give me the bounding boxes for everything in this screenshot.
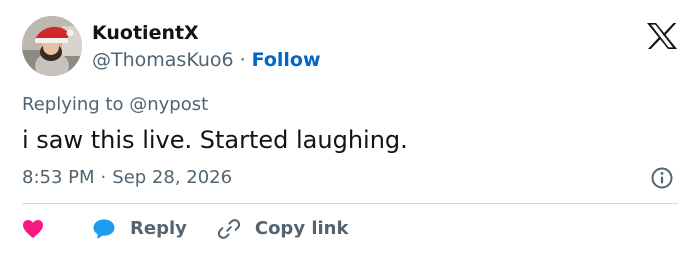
reply-button[interactable]: Reply <box>92 217 187 241</box>
copy-link-button[interactable]: Copy link <box>217 217 349 241</box>
replying-to: Replying to @nypost <box>22 94 208 116</box>
tweet-timestamp[interactable]: 8:53 PM · Sep 28, 2026 <box>22 166 232 190</box>
like-button[interactable] <box>22 219 44 239</box>
reply-mention-link[interactable]: @nypost <box>129 94 208 115</box>
follow-button[interactable]: Follow <box>252 49 321 71</box>
avatar-image <box>22 16 82 76</box>
reply-label: Reply <box>130 218 187 239</box>
tweet-text: i saw this live. Started laughing. <box>22 126 408 154</box>
avatar[interactable] <box>22 16 82 76</box>
tweet-time: 8:53 PM <box>22 167 95 188</box>
tweet-date: Sep 28, 2026 <box>112 167 233 188</box>
speech-bubble-icon <box>93 219 115 239</box>
info-icon[interactable] <box>651 167 673 189</box>
user-handle[interactable]: @ThomasKuo6 <box>92 49 234 71</box>
copy-link-label: Copy link <box>254 218 349 239</box>
divider <box>22 203 678 204</box>
replying-prefix: Replying to <box>22 94 124 115</box>
display-name[interactable]: KuotientX <box>92 21 199 45</box>
handle-row: @ThomasKuo6 · Follow <box>92 48 321 72</box>
x-logo-icon[interactable] <box>646 22 678 50</box>
action-bar: Reply Copy link <box>22 214 348 244</box>
timestamp-separator: · <box>100 167 107 188</box>
link-icon <box>217 219 240 239</box>
separator-dot: · <box>239 49 246 71</box>
tweet-card: KuotientX @ThomasKuo6 · Follow Replying to… <box>0 0 700 256</box>
heart-icon <box>23 220 43 238</box>
